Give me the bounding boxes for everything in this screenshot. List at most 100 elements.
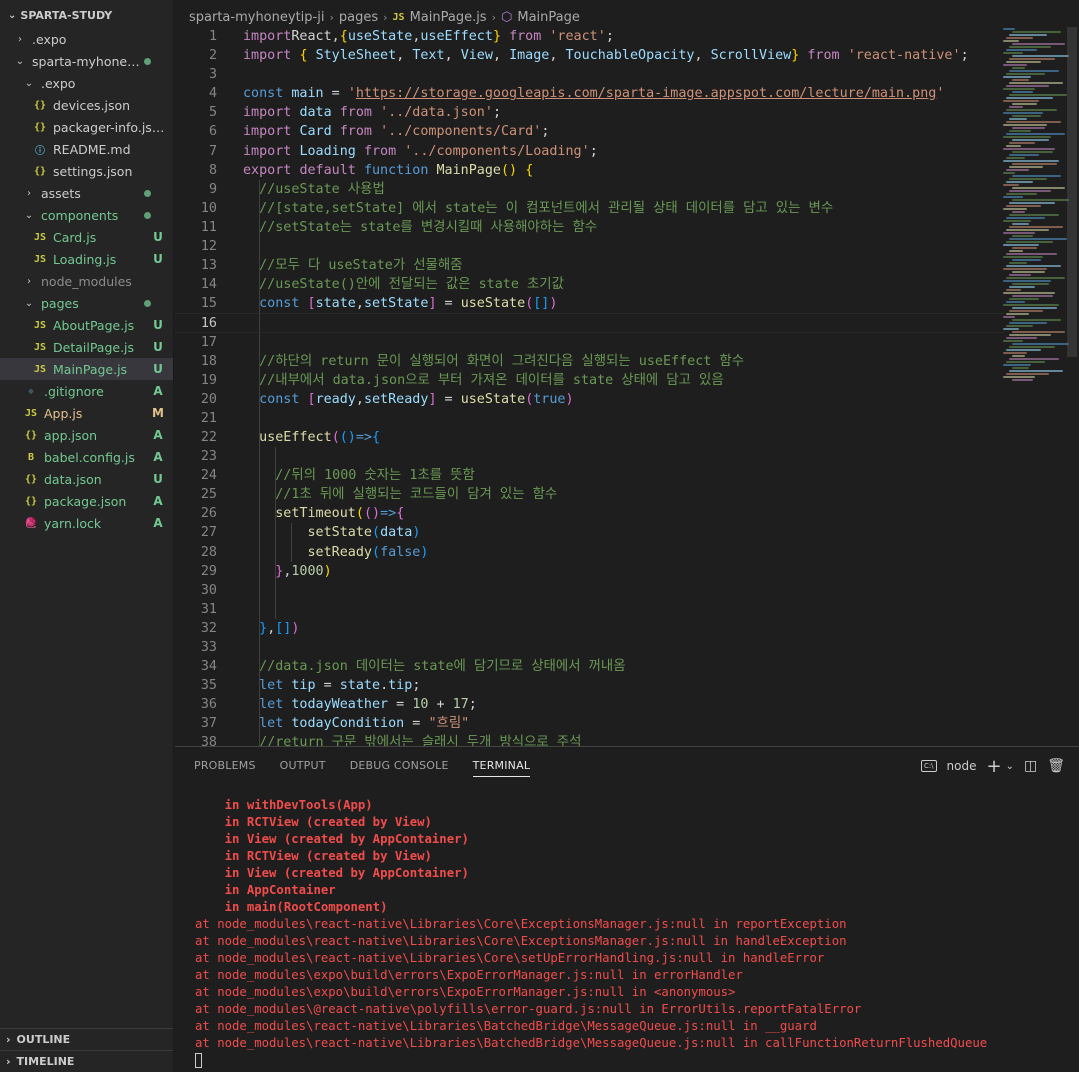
tree-file[interactable]: JS AboutPage.js U — [0, 314, 173, 336]
code-line[interactable]: 35 let tip = state.tip; — [175, 676, 1004, 696]
terminal-output[interactable]: in withDevTools(App) in RCTView (created… — [195, 797, 1069, 1069]
code-text: export default function MainPage() { — [217, 161, 533, 180]
breadcrumb-file[interactable]: MainPage.js — [410, 10, 487, 25]
tree-file[interactable]: JS App.js M — [0, 402, 173, 424]
breadcrumb-symbol[interactable]: MainPage — [517, 10, 580, 25]
tree-folder[interactable]: ⌄ .expo — [0, 72, 173, 94]
code-lines[interactable]: 1 importReact,{useState,useEffect} from '… — [175, 27, 1004, 746]
code-line[interactable]: 36 let todayWeather = 10 + 17; — [175, 695, 1004, 715]
code-line[interactable]: 34 //data.json 데이터는 state에 담기므로 상태에서 꺼내옴 — [175, 657, 1004, 677]
code-line[interactable]: 13 //모두 다 useState가 선물해줌 — [175, 256, 1004, 276]
code-line[interactable]: 19 //내부에서 data.json으로 부터 가져온 데이터를 state … — [175, 370, 1004, 390]
code-line[interactable]: 28 setReady(false) — [175, 542, 1004, 562]
terminal-prompt[interactable] — [195, 1052, 1069, 1069]
terminal-line: in View (created by AppContainer) — [195, 832, 469, 846]
tree-file[interactable]: {} package.json A — [0, 490, 173, 512]
tree-folder[interactable]: ⌄ components — [0, 204, 173, 226]
code-line[interactable]: 2 import { StyleSheet, Text, View, Image,… — [175, 46, 1004, 65]
code-line[interactable]: 5 import data from '../data.json'; — [175, 103, 1004, 122]
tree-file[interactable]: JS DetailPage.js U — [0, 336, 173, 358]
minimap-line — [1009, 70, 1059, 72]
chevron-down-icon[interactable]: ⌄ — [1006, 761, 1014, 772]
tree-folder[interactable]: › assets — [0, 182, 173, 204]
code-line[interactable]: 20 const [ready,setReady] = useState(tru… — [175, 389, 1004, 409]
tab-debug-console[interactable]: DEBUG CONSOLE — [350, 747, 449, 785]
tree-folder[interactable]: › .expo — [0, 28, 173, 50]
code-line[interactable]: 24 //뒤의 1000 숫자는 1초를 뜻함 — [175, 466, 1004, 486]
code-line[interactable]: 23 — [175, 447, 1004, 467]
outline-section[interactable]: › OUTLINE — [0, 1028, 173, 1050]
code-line[interactable]: 27 setState(data) — [175, 523, 1004, 543]
line-number: 30 — [200, 582, 217, 598]
code-token: 1000 — [291, 563, 324, 579]
trash-icon[interactable]: 🗑 — [1047, 758, 1065, 774]
tree-file[interactable]: {} settings.json — [0, 160, 173, 182]
tab-problems[interactable]: PROBLEMS — [194, 747, 256, 785]
tree-file[interactable]: {} packager-info.json — [0, 116, 173, 138]
tree-file[interactable]: ⓘ README.md — [0, 138, 173, 160]
code-line[interactable]: 32 },[]) — [175, 618, 1004, 638]
indent-guide — [259, 657, 260, 677]
split-terminal-icon[interactable]: ◫ — [1024, 758, 1037, 774]
plus-icon[interactable]: + — [987, 756, 1002, 777]
code-token: //[state,setState] 에서 state는 이 컴포넌트에서 관리… — [259, 200, 834, 216]
tree-file[interactable]: ◆ .gitignore A — [0, 380, 173, 402]
code-line[interactable]: 29 },1000) — [175, 561, 1004, 581]
code-token: useEffect — [420, 29, 493, 44]
scrollbar-thumb[interactable] — [1067, 27, 1077, 357]
code-line[interactable]: 21 — [175, 408, 1004, 428]
code-line[interactable]: 37 let todayCondition = "흐림" — [175, 714, 1004, 734]
code-line[interactable]: 14 //useState()안에 전달되는 값은 state 초기값 — [175, 275, 1004, 295]
tree-file[interactable]: Bbabel.config.js A — [0, 446, 173, 468]
code-line[interactable]: 26 setTimeout(()=>{ — [175, 504, 1004, 524]
minimap[interactable] — [1003, 27, 1069, 397]
code-line[interactable]: 15 const [state,setState] = useState([]) — [175, 294, 1004, 314]
code-line[interactable]: 10 //[state,setState] 에서 state는 이 컴포넌트에서… — [175, 198, 1004, 218]
code-line[interactable]: 11 //setState는 state를 변경시킬때 사용해야하는 함수 — [175, 217, 1004, 238]
code-editor[interactable]: sparta-myhoneytip-ji › pages › JS MainPa… — [175, 0, 1079, 746]
code-line[interactable]: 31 — [175, 599, 1004, 619]
tree-file[interactable]: 🧶 yarn.lock A — [0, 512, 173, 534]
code-line[interactable]: 9 //useState 사용법 — [175, 179, 1004, 199]
tree-file[interactable]: {} app.json A — [0, 424, 173, 446]
editor-scrollbar[interactable] — [1065, 27, 1079, 746]
indent-guide — [259, 447, 260, 467]
code-line[interactable]: 12 — [175, 237, 1004, 257]
code-line[interactable]: 3 — [175, 65, 1004, 84]
tree-folder[interactable]: ⌄ sparta-myhoney... — [0, 50, 173, 72]
code-line[interactable]: 30 — [175, 580, 1004, 600]
code-line[interactable]: 25 //1초 뒤에 실행되는 코드들이 담겨 있는 함수 — [175, 485, 1004, 505]
line-number: 19 — [200, 372, 217, 388]
code-line[interactable]: 22 useEffect(()=>{ — [175, 427, 1004, 448]
chevron-down-icon: ⌄ — [24, 297, 34, 309]
code-line[interactable]: 7 import Loading from '../components/Load… — [175, 142, 1004, 161]
minimap-line — [1006, 289, 1021, 291]
minimap-line — [1006, 229, 1049, 231]
code-token: const — [259, 391, 300, 407]
minimap-line — [1003, 136, 1051, 138]
code-line[interactable]: 4 const main = 'https://storage.googleapi… — [175, 84, 1004, 103]
breadcrumb-folder[interactable]: sparta-myhoneytip-ji — [189, 10, 324, 25]
tree-folder[interactable]: ⌄ pages — [0, 292, 173, 314]
tree-file[interactable]: {} devices.json — [0, 94, 173, 116]
code-line[interactable]: 38 //return 구문 밖에서는 슬래시 두개 방식으로 주석 — [175, 733, 1004, 746]
tree-file[interactable]: {} data.json U — [0, 468, 173, 490]
code-line[interactable]: 18 //하단의 return 문이 실행되어 화면이 그려진다음 실행되는 u… — [175, 351, 1004, 371]
tab-terminal[interactable]: TERMINAL — [472, 747, 531, 785]
code-line[interactable]: 8 export default function MainPage() { — [175, 161, 1004, 180]
code-token: { — [396, 506, 405, 522]
code-line[interactable]: 16 — [175, 313, 1004, 333]
tree-file[interactable]: JS MainPage.js U — [0, 358, 173, 380]
code-line[interactable]: 33 — [175, 638, 1004, 658]
tab-output[interactable]: OUTPUT — [280, 747, 326, 785]
shell-label[interactable]: node — [947, 759, 977, 773]
tree-folder[interactable]: › node_modules — [0, 270, 173, 292]
code-line[interactable]: 1 importReact,{useState,useEffect} from '… — [175, 27, 1004, 46]
tree-file[interactable]: JS Card.js U — [0, 226, 173, 248]
timeline-section[interactable]: › TIMELINE — [0, 1050, 173, 1072]
code-line[interactable]: 17 — [175, 332, 1004, 352]
tree-file[interactable]: JS Loading.js U — [0, 248, 173, 270]
breadcrumb-subfolder[interactable]: pages — [339, 10, 378, 25]
code-line[interactable]: 6 import Card from '../components/Card'; — [175, 122, 1004, 141]
